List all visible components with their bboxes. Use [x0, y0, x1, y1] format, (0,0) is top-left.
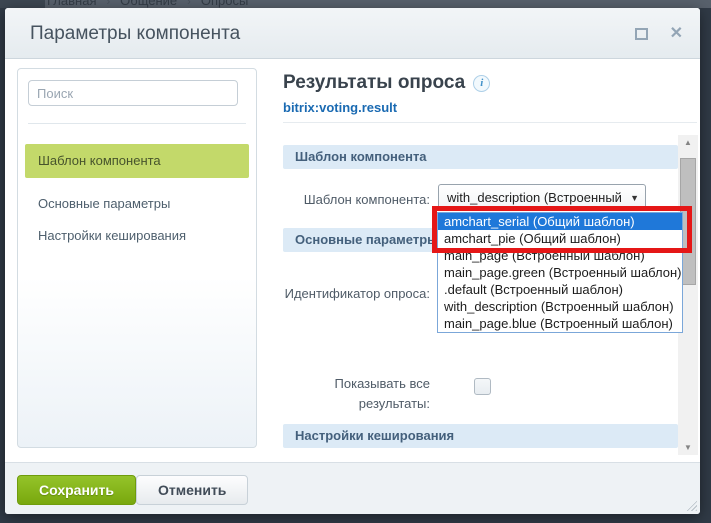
- page-corner: [0, 0, 45, 8]
- screen: Главная › Общение › Опросы Параметры компоне…: [0, 0, 711, 523]
- header-divider: [283, 122, 697, 123]
- sidebar-item-template[interactable]: Шаблон компонента: [25, 144, 249, 178]
- dropdown-option-main-page-blue[interactable]: main_page.blue (Встроенный шаблон): [438, 315, 682, 332]
- breadcrumb-separator: ›: [106, 0, 110, 8]
- breadcrumb: Главная › Общение › Опросы: [47, 0, 248, 8]
- breadcrumb-item-polls: Опросы: [201, 0, 248, 8]
- breadcrumb-item-home: Главная: [47, 0, 96, 8]
- dropdown-option-amchart-pie[interactable]: amchart_pie (Общий шаблон): [438, 230, 682, 247]
- sidebar: Шаблон компонента Основные параметры Нас…: [17, 68, 257, 448]
- search-input[interactable]: [28, 80, 238, 106]
- dimmed-page-background: Главная › Общение › Опросы: [0, 0, 711, 8]
- show-all-results-checkbox[interactable]: [474, 378, 491, 395]
- scroll-down-icon[interactable]: ▼: [678, 440, 698, 455]
- close-icon[interactable]: ✕: [670, 22, 683, 46]
- maximize-icon[interactable]: [635, 28, 648, 40]
- component-title-text: Результаты опроса: [283, 72, 465, 93]
- chevron-down-icon: ▼: [630, 193, 639, 203]
- template-field-label: Шаблон компонента:: [283, 190, 430, 210]
- show-all-results-label: Показывать все результаты:: [283, 374, 430, 414]
- sidebar-item-caching[interactable]: Настройки кеширования: [25, 220, 249, 252]
- template-dropdown-list: amchart_serial (Общий шаблон) amchart_pi…: [437, 212, 683, 333]
- template-select[interactable]: with_description (Встроенный шаблон) ▼: [438, 184, 646, 211]
- dropdown-option-main-page[interactable]: main_page (Встроенный шаблон): [438, 247, 682, 264]
- dialog-title: Параметры компонента: [30, 8, 240, 59]
- breadcrumb-separator: ›: [187, 0, 191, 8]
- dropdown-option-main-page-green[interactable]: main_page.green (Встроенный шаблон): [438, 264, 682, 281]
- save-button[interactable]: Сохранить: [17, 475, 136, 505]
- info-icon[interactable]: i: [473, 75, 490, 92]
- component-code-link[interactable]: bitrix:voting.result: [283, 100, 397, 115]
- dialog-footer: Сохранить Отменить: [5, 462, 700, 514]
- cancel-button[interactable]: Отменить: [136, 475, 248, 505]
- component-title: Результаты опроса i: [283, 72, 490, 96]
- section-header-template: Шаблон компонента: [283, 145, 678, 169]
- template-select-value: with_description (Встроенный шаблон): [447, 185, 625, 210]
- dropdown-option-with-description[interactable]: with_description (Встроенный шаблон): [438, 298, 682, 315]
- dropdown-option-amchart-serial[interactable]: amchart_serial (Общий шаблон): [438, 213, 682, 230]
- section-header-caching: Настройки кеширования: [283, 424, 678, 448]
- scroll-up-icon[interactable]: ▲: [678, 135, 698, 150]
- breadcrumb-item-communication: Общение: [120, 0, 177, 8]
- dialog-titlebar: Параметры компонента ✕: [5, 8, 700, 59]
- dropdown-option-default[interactable]: .default (Встроенный шаблон): [438, 281, 682, 298]
- sidebar-item-main-params[interactable]: Основные параметры: [25, 188, 249, 220]
- component-parameters-dialog: Параметры компонента ✕ Шаблон компонента…: [5, 8, 700, 514]
- sidebar-divider: [28, 123, 246, 124]
- poll-id-label: Идентификатор опроса:: [283, 284, 430, 304]
